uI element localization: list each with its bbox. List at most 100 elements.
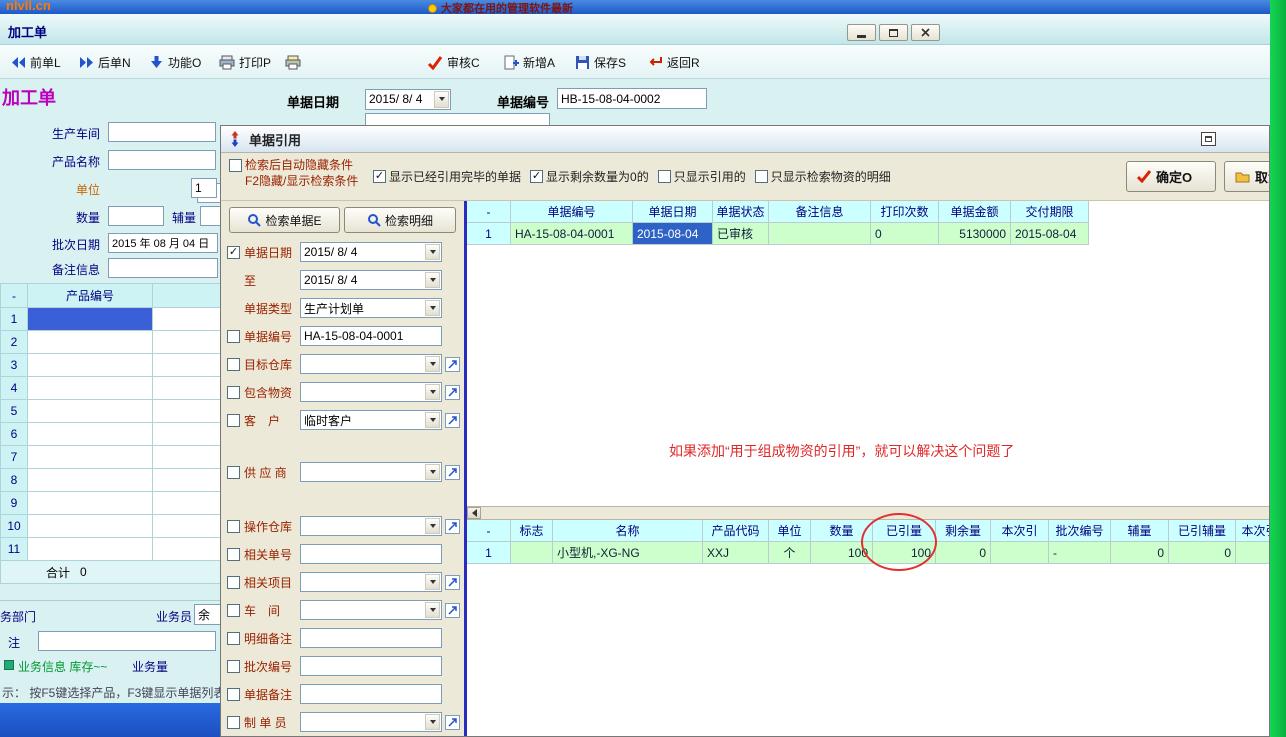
chevron-down-icon[interactable] bbox=[425, 602, 440, 618]
print-button[interactable]: 打印P bbox=[216, 51, 274, 73]
table-cell[interactable]: 0 bbox=[1169, 542, 1236, 564]
condition-checkbox[interactable] bbox=[658, 170, 671, 183]
close-button[interactable] bbox=[911, 24, 940, 41]
maximize-button[interactable] bbox=[879, 24, 908, 41]
search-field-checkbox[interactable] bbox=[227, 466, 240, 479]
table-cell[interactable]: 1 bbox=[467, 542, 511, 564]
table-cell[interactable]: 5130000 bbox=[939, 223, 1011, 245]
table-cell[interactable]: 1 bbox=[467, 223, 511, 245]
dialog-maximize-button[interactable] bbox=[1201, 132, 1216, 146]
print-preview-button[interactable] bbox=[282, 51, 308, 73]
product-code-cell[interactable] bbox=[28, 492, 153, 515]
chevron-down-icon[interactable] bbox=[425, 412, 440, 428]
product-code-cell[interactable] bbox=[28, 538, 153, 561]
chevron-down-icon[interactable] bbox=[434, 91, 449, 108]
table-cell[interactable] bbox=[769, 223, 871, 245]
search-field-input[interactable] bbox=[300, 628, 442, 648]
note-input[interactable] bbox=[38, 631, 216, 651]
table-cell[interactable]: HA-15-08-04-0001 bbox=[511, 223, 633, 245]
product-code-cell[interactable] bbox=[28, 377, 153, 400]
chevron-down-icon[interactable] bbox=[425, 356, 440, 372]
search-field-input[interactable]: HA-15-08-04-0001 bbox=[300, 326, 442, 346]
table-row[interactable]: 1HA-15-08-04-00012015-08-04已审核0513000020… bbox=[467, 223, 1089, 245]
auto-hide-checkbox[interactable] bbox=[229, 159, 242, 172]
search-field-checkbox[interactable] bbox=[227, 660, 240, 673]
chevron-down-icon[interactable] bbox=[425, 574, 440, 590]
table-cell[interactable]: 小型机,-XG-NG bbox=[553, 542, 703, 564]
table-cell[interactable]: 0 bbox=[936, 542, 991, 564]
unit-ratio-input[interactable]: 1 bbox=[191, 178, 217, 198]
search-field-combo[interactable] bbox=[300, 382, 442, 402]
horizontal-scrollbar[interactable] bbox=[467, 506, 1269, 520]
chevron-down-icon[interactable] bbox=[425, 272, 440, 288]
doc-no-input[interactable]: HB-15-08-04-0002 bbox=[557, 88, 707, 109]
search-field-checkbox[interactable] bbox=[227, 548, 240, 561]
table-cell[interactable]: 100 bbox=[811, 542, 873, 564]
return-button[interactable]: 返回R bbox=[644, 51, 703, 73]
table-cell[interactable] bbox=[511, 542, 553, 564]
product-code-cell[interactable] bbox=[28, 446, 153, 469]
doc-date-combo[interactable]: 2015/ 8/ 4 bbox=[365, 89, 451, 110]
search-field-input[interactable] bbox=[300, 656, 442, 676]
search-field-combo[interactable]: 生产计划单 bbox=[300, 298, 442, 318]
chevron-down-icon[interactable] bbox=[425, 384, 440, 400]
scroll-left-button[interactable] bbox=[467, 507, 481, 519]
search-field-checkbox[interactable] bbox=[227, 716, 240, 729]
workshop-input[interactable] bbox=[108, 122, 216, 142]
product-name-input[interactable] bbox=[108, 150, 216, 170]
search-field-input[interactable] bbox=[300, 684, 442, 704]
table-cell[interactable]: 0 bbox=[1111, 542, 1169, 564]
table-cell[interactable] bbox=[991, 542, 1049, 564]
product-code-cell[interactable] bbox=[28, 515, 153, 538]
table-cell[interactable]: 100 bbox=[873, 542, 936, 564]
search-field-checkbox[interactable] bbox=[227, 576, 240, 589]
search-field-combo[interactable]: 2015/ 8/ 4 bbox=[300, 270, 442, 290]
condition-checkbox[interactable] bbox=[755, 170, 768, 183]
table-cell[interactable]: 个 bbox=[769, 542, 811, 564]
save-button[interactable]: 保存S bbox=[572, 51, 629, 73]
product-table-row[interactable]: 3 bbox=[1, 354, 231, 377]
product-table-row[interactable]: 5 bbox=[1, 400, 231, 423]
chevron-down-icon[interactable] bbox=[425, 244, 440, 260]
search-field-checkbox[interactable] bbox=[227, 386, 240, 399]
table-cell[interactable]: - bbox=[1049, 542, 1111, 564]
search-field-checkbox[interactable] bbox=[227, 414, 240, 427]
table-row[interactable]: 1小型机,-XG-NGXXJ个1001000-00 bbox=[467, 542, 1269, 564]
cancel-button[interactable]: 取消 bbox=[1224, 161, 1270, 192]
search-field-input[interactable] bbox=[300, 544, 442, 564]
search-field-checkbox[interactable] bbox=[227, 330, 240, 343]
search-field-combo[interactable] bbox=[300, 712, 442, 732]
search-detail-button[interactable]: 检索明细 bbox=[344, 207, 456, 233]
next-doc-button[interactable]: 后单N bbox=[76, 51, 134, 73]
search-field-checkbox[interactable] bbox=[227, 688, 240, 701]
remark-input[interactable] bbox=[108, 258, 218, 278]
search-field-combo[interactable] bbox=[300, 516, 442, 536]
search-field-checkbox[interactable] bbox=[227, 632, 240, 645]
product-table-row[interactable]: 10 bbox=[1, 515, 231, 538]
functions-button[interactable]: 功能O bbox=[146, 51, 204, 73]
condition-option[interactable]: 只显示检索物资的明细 bbox=[755, 168, 891, 185]
condition-option[interactable]: 只显示引用的 bbox=[658, 168, 746, 185]
search-field-combo[interactable] bbox=[300, 572, 442, 592]
condition-option[interactable]: ✓显示剩余数量为0的 bbox=[530, 168, 649, 185]
search-field-checkbox[interactable] bbox=[227, 604, 240, 617]
table-cell[interactable]: 已审核 bbox=[713, 223, 769, 245]
chevron-down-icon[interactable] bbox=[425, 464, 440, 480]
batch-date-input[interactable]: 2015 年 08 月 04 日 bbox=[108, 233, 218, 253]
browse-icon[interactable] bbox=[445, 575, 460, 590]
table-cell[interactable]: XXJ bbox=[703, 542, 769, 564]
search-field-combo[interactable] bbox=[300, 354, 442, 374]
product-code-cell[interactable] bbox=[28, 400, 153, 423]
search-field-combo[interactable] bbox=[300, 462, 442, 482]
browse-icon[interactable] bbox=[445, 715, 460, 730]
ok-button[interactable]: 确定O bbox=[1126, 161, 1216, 192]
add-new-button[interactable]: 新增A bbox=[500, 51, 558, 73]
condition-option[interactable]: ✓显示已经引用完毕的单据 bbox=[373, 168, 521, 185]
browse-icon[interactable] bbox=[445, 385, 460, 400]
browse-icon[interactable] bbox=[445, 603, 460, 618]
search-field-checkbox[interactable]: ✓ bbox=[227, 246, 240, 259]
product-table-row[interactable]: 11 bbox=[1, 538, 231, 561]
browse-icon[interactable] bbox=[445, 465, 460, 480]
browse-icon[interactable] bbox=[445, 519, 460, 534]
browse-icon[interactable] bbox=[445, 357, 460, 372]
